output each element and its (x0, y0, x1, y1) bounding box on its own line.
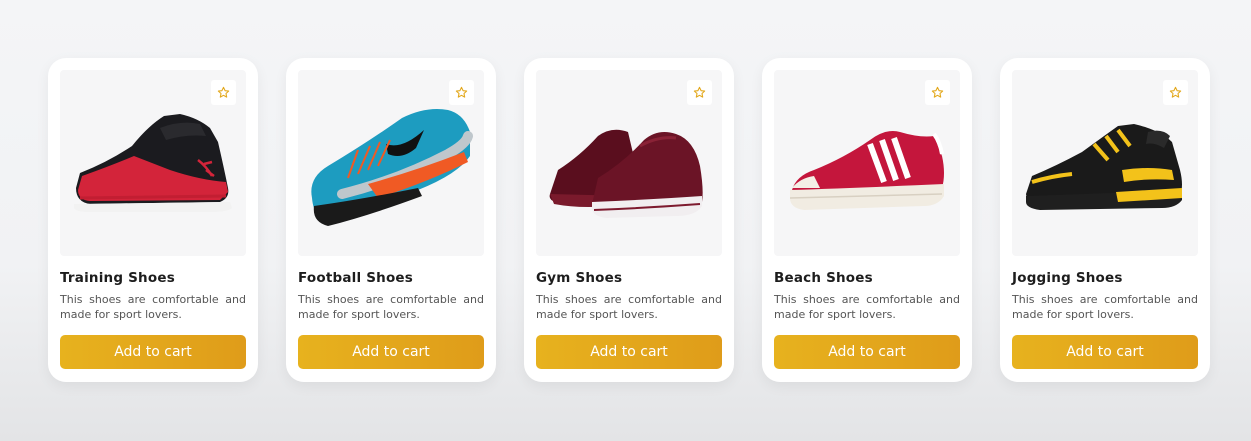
add-to-cart-button[interactable]: Add to cart (1012, 335, 1198, 369)
product-image-training (60, 70, 246, 256)
add-to-cart-button[interactable]: Add to cart (774, 335, 960, 369)
product-description: This shoes are comfortable and made for … (536, 293, 722, 321)
favorite-button[interactable] (687, 80, 712, 105)
product-card-beach: Beach Shoes This shoes are comfortable a… (762, 58, 972, 382)
product-description: This shoes are comfortable and made for … (298, 293, 484, 321)
product-list: Training Shoes This shoes are comfortabl… (48, 58, 1210, 382)
product-image-beach (774, 70, 960, 256)
product-card-football: Football Shoes This shoes are comfortabl… (286, 58, 496, 382)
favorite-button[interactable] (1163, 80, 1188, 105)
product-description: This shoes are comfortable and made for … (774, 293, 960, 321)
star-icon (1169, 86, 1182, 98)
product-card-jogging: Jogging Shoes This shoes are comfortable… (1000, 58, 1210, 382)
add-to-cart-button[interactable]: Add to cart (60, 335, 246, 369)
add-to-cart-button[interactable]: Add to cart (536, 335, 722, 369)
product-image-jogging (1012, 70, 1198, 256)
product-title: Beach Shoes (774, 270, 873, 286)
product-image-football (298, 70, 484, 256)
favorite-button[interactable] (211, 80, 236, 105)
product-card-training: Training Shoes This shoes are comfortabl… (48, 58, 258, 382)
favorite-button[interactable] (925, 80, 950, 105)
star-icon (455, 86, 468, 98)
add-to-cart-button[interactable]: Add to cart (298, 335, 484, 369)
product-description: This shoes are comfortable and made for … (1012, 293, 1198, 321)
product-card-gym: Gym Shoes This shoes are comfortable and… (524, 58, 734, 382)
product-description: This shoes are comfortable and made for … (60, 293, 246, 321)
product-title: Gym Shoes (536, 270, 623, 286)
product-title: Jogging Shoes (1012, 270, 1123, 286)
star-icon (693, 86, 706, 98)
product-title: Training Shoes (60, 270, 175, 286)
product-title: Football Shoes (298, 270, 414, 286)
product-image-gym (536, 70, 722, 256)
favorite-button[interactable] (449, 80, 474, 105)
star-icon (217, 86, 230, 98)
star-icon (931, 86, 944, 98)
